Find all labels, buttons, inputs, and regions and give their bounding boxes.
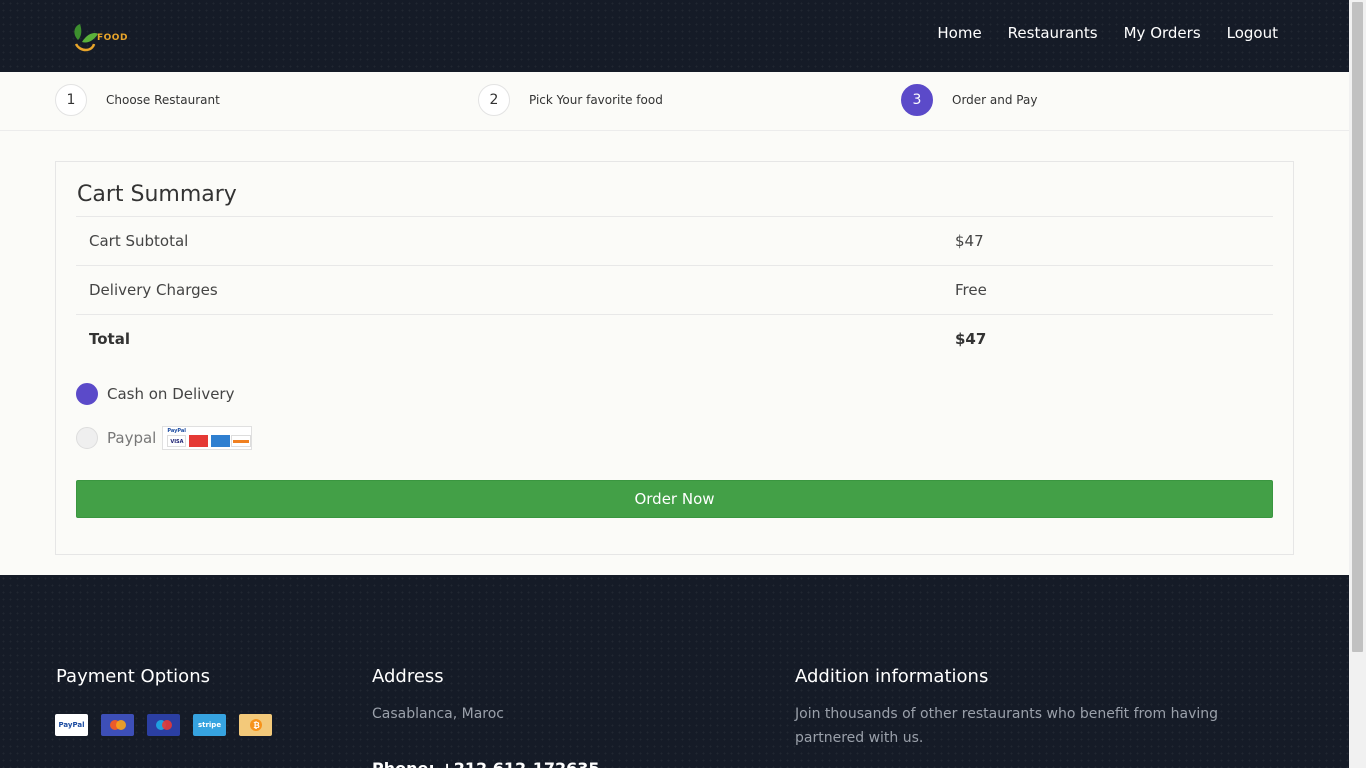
payment-option-paypal[interactable]: Paypal PayPal VISA bbox=[76, 426, 253, 450]
maestro-icon bbox=[147, 714, 180, 736]
leaf-logo-icon bbox=[74, 24, 98, 52]
order-now-button[interactable]: Order Now bbox=[76, 480, 1273, 518]
bitcoin-icon: ₿ bbox=[239, 714, 272, 736]
additional-info-text: Join thousands of other restaurants who … bbox=[795, 706, 1219, 746]
payment-options-title: Payment Options bbox=[56, 666, 210, 687]
logo-text: FOOD bbox=[97, 33, 128, 43]
step-choose-restaurant: 1 Choose Restaurant bbox=[55, 84, 220, 116]
step-number: 1 bbox=[55, 84, 87, 116]
step-pick-food: 2 Pick Your favorite food bbox=[478, 84, 663, 116]
delivery-label: Delivery Charges bbox=[76, 265, 955, 315]
table-row: Cart Subtotal $47 bbox=[76, 216, 1273, 266]
cart-summary-title: Cart Summary bbox=[77, 182, 237, 207]
cod-label[interactable]: Cash on Delivery bbox=[107, 385, 234, 403]
maestro-circles-icon bbox=[155, 720, 172, 730]
table-row-total: Total $47 bbox=[76, 314, 1273, 364]
table-row: Delivery Charges Free bbox=[76, 265, 1273, 315]
radio-cod[interactable] bbox=[76, 383, 98, 405]
cart-summary-table: Cart Subtotal $47 Delivery Charges Free … bbox=[76, 216, 1273, 364]
page-scrollbar[interactable] bbox=[1349, 0, 1366, 768]
address-title: Address bbox=[372, 666, 444, 687]
additional-info-title: Addition informations bbox=[795, 666, 989, 687]
logo[interactable]: FOOD bbox=[70, 20, 130, 54]
visa-card-icon: VISA bbox=[167, 435, 187, 447]
paypal-label[interactable]: Paypal bbox=[107, 429, 156, 447]
subtotal-label: Cart Subtotal bbox=[76, 216, 955, 266]
mastercard-card-icon bbox=[189, 435, 209, 447]
nav-my-orders[interactable]: My Orders bbox=[1124, 24, 1201, 42]
step-number-active: 3 bbox=[901, 84, 933, 116]
amex-card-icon bbox=[211, 435, 231, 447]
delivery-value: Free bbox=[955, 265, 1273, 315]
payment-option-cod[interactable]: Cash on Delivery bbox=[76, 383, 234, 405]
address-text: Casablanca, Maroc bbox=[372, 706, 505, 722]
mastercard-icon bbox=[101, 714, 134, 736]
cart-summary-card: Cart Summary Cart Subtotal $47 Delivery … bbox=[55, 161, 1294, 555]
radio-paypal[interactable] bbox=[76, 427, 98, 449]
bitcoin-coin-icon: ₿ bbox=[249, 719, 262, 731]
main-nav: Home Restaurants My Orders Logout bbox=[937, 24, 1278, 42]
phone-text: Phone: +212 612-172635 bbox=[372, 759, 600, 768]
top-navbar: FOOD Home Restaurants My Orders Logout bbox=[0, 0, 1349, 72]
step-number: 2 bbox=[478, 84, 510, 116]
mastercard-circles-icon bbox=[109, 720, 126, 730]
discover-stripe bbox=[233, 440, 250, 443]
step-label: Order and Pay bbox=[952, 93, 1038, 107]
footer: Payment Options PayPal stripe ₿ Address … bbox=[0, 575, 1349, 768]
subtotal-value: $47 bbox=[955, 216, 1273, 266]
discover-card-icon bbox=[231, 435, 252, 447]
nav-home[interactable]: Home bbox=[937, 24, 981, 42]
total-label: Total bbox=[76, 314, 955, 364]
step-order-and-pay: 3 Order and Pay bbox=[901, 84, 1037, 116]
checkout-steps: 1 Choose Restaurant 2 Pick Your favorite… bbox=[0, 72, 1349, 131]
total-value: $47 bbox=[955, 314, 1273, 364]
step-label: Pick Your favorite food bbox=[529, 93, 663, 107]
step-label: Choose Restaurant bbox=[106, 93, 220, 107]
payment-icons: PayPal stripe ₿ bbox=[55, 714, 272, 736]
visa-card-text: VISA bbox=[170, 439, 184, 445]
paypal-badge-text: PayPal bbox=[167, 428, 186, 434]
nav-restaurants[interactable]: Restaurants bbox=[1008, 24, 1098, 42]
stripe-icon: stripe bbox=[193, 714, 226, 736]
svg-text:₿: ₿ bbox=[253, 721, 260, 730]
paypal-cards-badge: PayPal VISA bbox=[162, 426, 253, 450]
paypal-icon: PayPal bbox=[55, 714, 88, 736]
scrollbar-thumb[interactable] bbox=[1352, 2, 1363, 652]
nav-logout[interactable]: Logout bbox=[1227, 24, 1278, 42]
